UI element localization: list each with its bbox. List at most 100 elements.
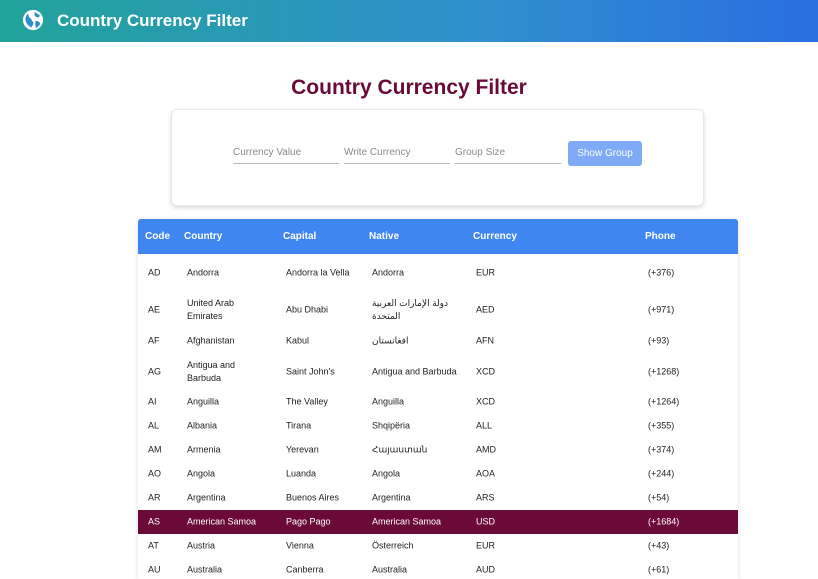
cell-country: United Arab Emirates: [187, 298, 235, 321]
cell-currency: EUR: [476, 540, 496, 551]
cell-capital: Canberra: [286, 564, 324, 575]
country-table: Code Country Capital Native Currency Pho…: [138, 219, 738, 579]
cell-native: Australia: [372, 564, 408, 575]
cell-phone: (+61): [648, 564, 670, 575]
cell-capital: Buenos Aires: [286, 492, 340, 503]
cell-phone: (+1268): [648, 366, 680, 376]
cell-currency: AUD: [476, 564, 496, 575]
cell-code: AI: [148, 396, 157, 407]
table-row[interactable]: AD Andorra Andorra la Vella Andorra EUR (+376…: [138, 254, 738, 291]
cell-currency: ALL: [476, 420, 493, 431]
table-header: Code Country Capital Native Currency Pho…: [138, 219, 738, 254]
cell-native: Argentina: [372, 492, 411, 503]
cell-currency: AED: [476, 304, 495, 315]
cell-country: Argentina: [187, 492, 226, 503]
cell-phone: (+376): [648, 267, 675, 277]
cell-capital: The Valley: [286, 396, 328, 407]
cell-code: AT: [148, 540, 159, 551]
cell-country: Albania: [187, 420, 218, 431]
table-row[interactable]: AR Argentina Buenos Aires Argentina ARS (+54): [138, 486, 738, 510]
cell-country: Armenia: [187, 444, 221, 455]
cell-currency: XCD: [476, 366, 496, 376]
cell-native: Antigua and Barbuda: [372, 366, 457, 376]
cell-country: Angola: [187, 468, 216, 479]
group-size-input[interactable]: [455, 142, 561, 164]
cell-native: افغانستان: [372, 335, 409, 346]
cell-code: AG: [148, 366, 162, 376]
table-body: AD Andorra Andorra la Vella Andorra EUR (+376…: [138, 254, 738, 579]
cell-phone: (+355): [648, 420, 675, 431]
page-title: Country Currency Filter: [291, 76, 527, 99]
cell-phone: (+244): [648, 468, 675, 479]
cell-country: Afghanistan: [187, 335, 235, 346]
table-row[interactable]: AE United Arab Emirates Abu Dhabi دولة الإم…: [138, 291, 738, 329]
cell-native: Anguilla: [372, 396, 405, 407]
cell-phone: (+1264): [648, 396, 680, 407]
write-currency-input[interactable]: [344, 142, 450, 164]
table-row[interactable]: AL Albania Tirana Shqipëria ALL (+355): [138, 414, 738, 438]
cell-country: Antigua and Barbuda: [187, 359, 236, 383]
cell-code: AF: [148, 335, 160, 346]
cell-code: AL: [148, 420, 160, 431]
column-header-code[interactable]: Code: [145, 231, 170, 242]
cell-code: AM: [148, 444, 162, 455]
cell-country: American Samoa: [187, 516, 257, 527]
cell-phone: (+54): [648, 492, 670, 503]
cell-capital: Vienna: [286, 540, 314, 551]
column-header-capital[interactable]: Capital: [283, 231, 316, 242]
cell-currency: EUR: [476, 267, 496, 277]
globe-icon[interactable]: [22, 9, 44, 31]
table-row[interactable]: AM Armenia Yerevan Հայաստան AMD (+374): [138, 438, 738, 462]
cell-code: AS: [148, 516, 161, 527]
table-row[interactable]: AT Austria Vienna Österreich EUR (+43): [138, 534, 738, 558]
cell-capital: Andorra la Vella: [286, 267, 350, 277]
cell-native: دولة الإمارات العربية المتحدة: [372, 298, 449, 321]
cell-currency: AOA: [476, 468, 496, 479]
cell-phone: (+374): [648, 444, 675, 455]
cell-native: Angola: [372, 468, 401, 479]
table-row[interactable]: AO Angola Luanda Angola AOA (+244): [138, 462, 738, 486]
cell-capital: Tirana: [286, 420, 312, 431]
cell-country: Anguilla: [187, 396, 220, 407]
cell-code: AO: [148, 468, 162, 479]
cell-phone: (+93): [648, 335, 670, 346]
cell-native: American Samoa: [372, 516, 442, 527]
cell-phone: (+971): [648, 304, 675, 315]
cell-capital: Pago Pago: [286, 516, 331, 527]
column-header-country[interactable]: Country: [184, 231, 222, 242]
table-row[interactable]: AI Anguilla The Valley Anguilla XCD (+1264): [138, 390, 738, 414]
cell-native: Shqipëria: [372, 420, 411, 431]
column-header-currency[interactable]: Currency: [473, 231, 517, 242]
cell-capital: Luanda: [286, 468, 317, 479]
column-header-phone[interactable]: Phone: [645, 231, 676, 242]
table-row[interactable]: AG Antigua and Barbuda Saint John's Antigua…: [138, 353, 738, 390]
cell-currency: AFN: [476, 335, 494, 346]
cell-code: AR: [148, 492, 161, 503]
currency-value-input[interactable]: [233, 142, 339, 164]
filter-card: Show Group: [171, 109, 704, 206]
cell-currency: ARS: [476, 492, 495, 503]
show-group-button[interactable]: Show Group: [568, 141, 642, 166]
cell-capital: Saint John's: [286, 366, 335, 376]
cell-currency: XCD: [476, 396, 496, 407]
cell-capital: Yerevan: [286, 444, 319, 455]
app-title: Country Currency Filter: [57, 11, 248, 30]
cell-currency: USD: [476, 516, 496, 527]
cell-code: AE: [148, 304, 161, 315]
cell-country: Australia: [187, 564, 223, 575]
table-row[interactable]: AF Afghanistan Kabul افغانستان AFN (+93): [138, 329, 738, 353]
cell-country: Austria: [187, 540, 216, 551]
cell-capital: Kabul: [286, 335, 310, 346]
cell-code: AU: [148, 564, 161, 575]
cell-country: Andorra: [187, 267, 220, 277]
table-row-selected[interactable]: AS American Samoa Pago Pago American Samoa U…: [138, 510, 738, 534]
cell-phone: (+43): [648, 540, 670, 551]
column-header-native[interactable]: Native: [369, 231, 399, 242]
top-app-bar: Country Currency Filter: [0, 0, 818, 42]
cell-native: Österreich: [372, 540, 414, 551]
cell-native: Հայաստան: [372, 444, 428, 455]
table-row[interactable]: AU Australia Canberra Australia AUD (+61): [138, 558, 738, 579]
cell-code: AD: [148, 267, 161, 277]
cell-native: Andorra: [372, 267, 405, 277]
cell-currency: AMD: [476, 444, 496, 455]
